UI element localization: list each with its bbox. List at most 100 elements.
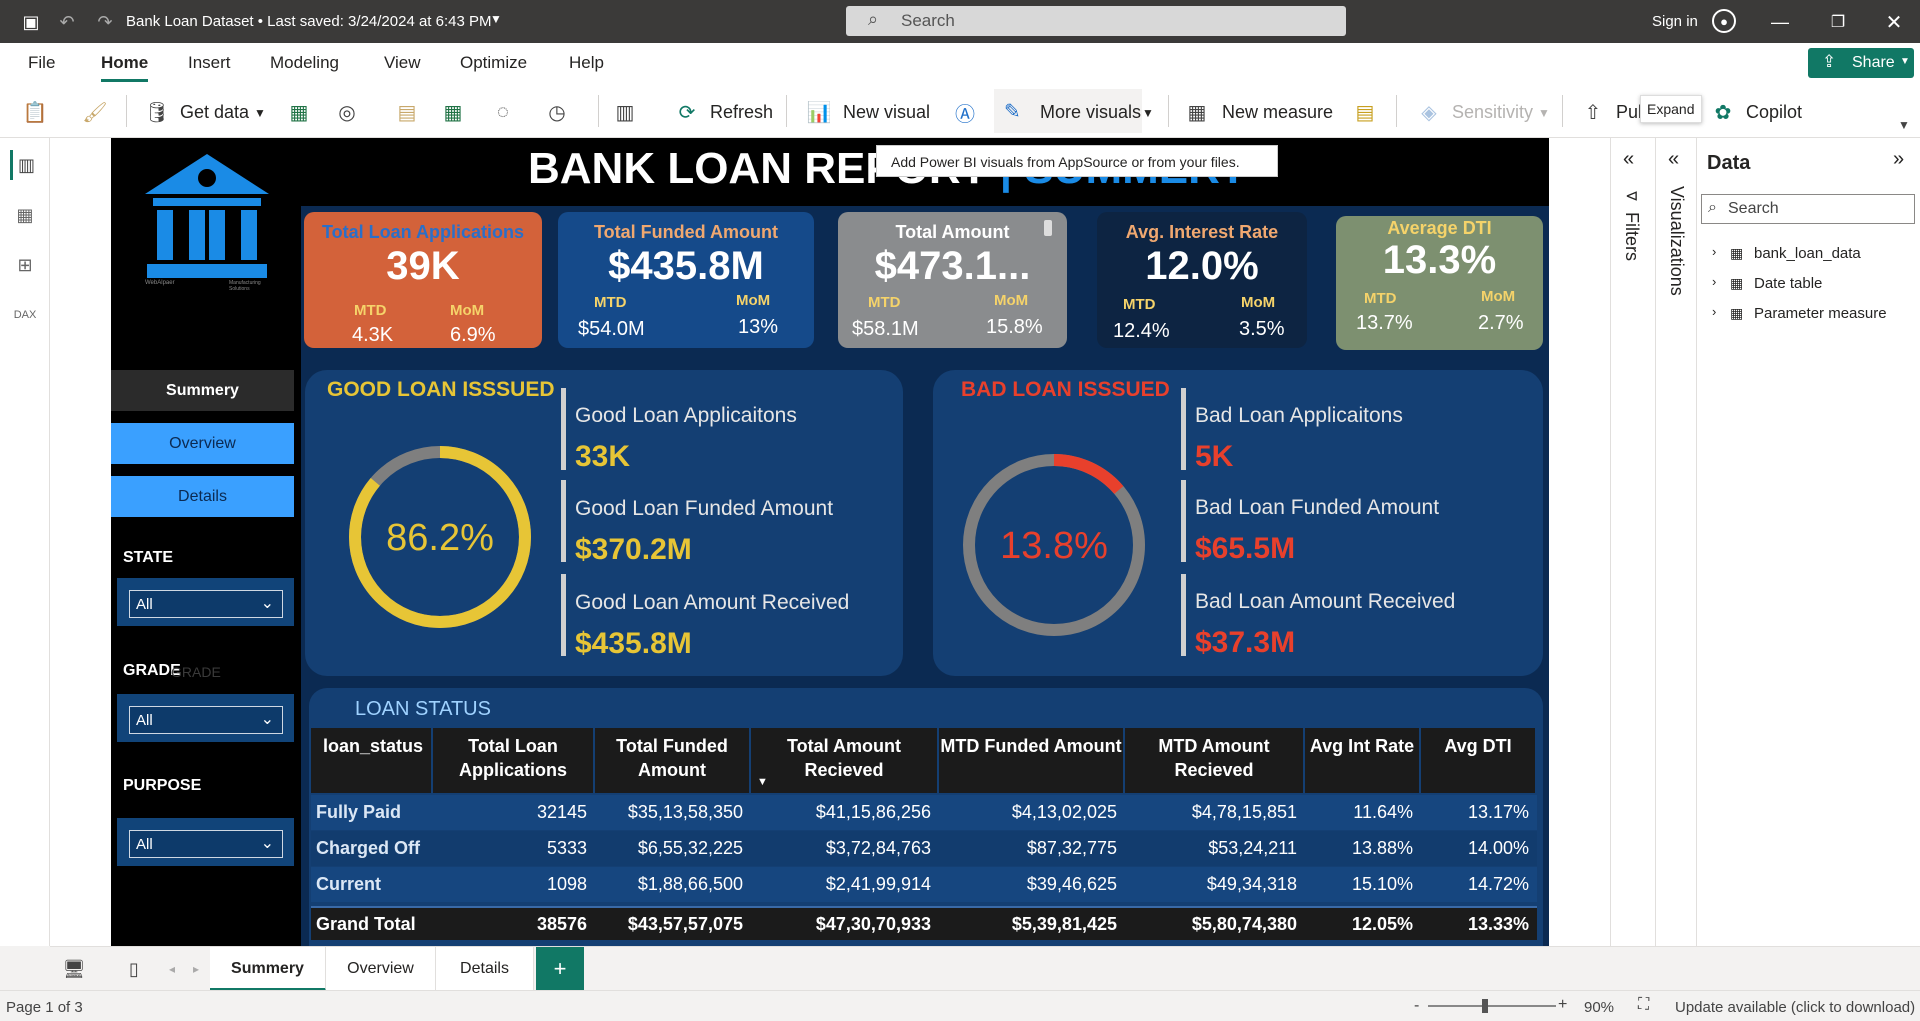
next-page-icon[interactable]: ▸ (186, 959, 206, 979)
redo-icon[interactable]: ↷ (94, 11, 116, 33)
kpi-average-dti[interactable]: Average DTI 13.3% MTD MoM 13.7% 2.7% (1336, 216, 1543, 350)
undo-icon[interactable]: ↶ (56, 11, 78, 33)
report-view-icon[interactable]: ▥ (10, 150, 40, 180)
sign-in-link[interactable]: Sign in (1652, 13, 1698, 30)
tree-item-date-table[interactable]: Date table (1754, 275, 1822, 292)
dataverse-icon[interactable]: ▤ (394, 99, 420, 125)
column-header[interactable]: Total Amount Recieved (751, 728, 937, 793)
quick-measure-icon[interactable]: ▤ (1352, 99, 1378, 125)
column-header[interactable]: loan_status (311, 728, 431, 793)
menu-optimize[interactable]: Optimize (460, 53, 527, 73)
dataflow-icon[interactable]: ◌ (490, 99, 516, 125)
publish-button[interactable]: Pul (1616, 102, 1642, 123)
add-page-button[interactable]: + (536, 947, 584, 991)
table-row[interactable]: Current 1098 $1,88,66,500 $2,41,99,914 $39,4… (311, 867, 1537, 902)
kpi-total-funded-amount[interactable]: Total Funded Amount $435.8M MTD MoM $54.… (558, 212, 814, 348)
copilot-button[interactable]: Copilot (1746, 102, 1802, 123)
tree-item-parameter-measure[interactable]: Parameter measure (1754, 305, 1887, 322)
sort-desc-icon[interactable]: ▼ (757, 776, 768, 788)
menu-home[interactable]: Home (101, 53, 149, 82)
refresh-button[interactable]: Refresh (710, 102, 773, 123)
visualizations-pane-collapsed[interactable]: « Visualizations (1656, 138, 1697, 946)
document-title[interactable]: Bank Loan Dataset • Last saved: 3/24/202… (126, 13, 492, 30)
filters-pane-label[interactable]: Filters (1621, 212, 1642, 261)
minimize-icon[interactable]: — (1768, 10, 1792, 34)
get-data-button[interactable]: Get data (180, 102, 249, 123)
zoom-in-icon[interactable]: + (1558, 996, 1567, 1014)
kpi-avg-interest-rate[interactable]: Avg. Interest Rate 12.0% MTD MoM 12.4% 3… (1097, 212, 1307, 348)
table-row[interactable]: Charged Off 5333 $6,55,32,225 $3,72,84,763 $… (311, 831, 1537, 866)
kpi-total-amount[interactable]: Total Amount $473.1... MTD MoM $58.1M 15… (838, 212, 1067, 348)
purpose-dropdown[interactable]: All ⌄ (129, 830, 283, 858)
fit-to-page-icon[interactable]: ⛶ (1638, 996, 1649, 1014)
excel-icon[interactable]: ▦ (286, 99, 312, 125)
zoom-slider[interactable] (1428, 1005, 1556, 1007)
text-box-icon[interactable]: Ⓐ (952, 99, 978, 126)
new-visual-button[interactable]: New visual (843, 102, 930, 123)
menu-modeling[interactable]: Modeling (270, 53, 339, 73)
dax-query-view-icon[interactable]: DAX (10, 300, 40, 330)
update-available-link[interactable]: Update available (click to download) (1675, 999, 1915, 1016)
new-measure-button[interactable]: New measure (1222, 102, 1333, 123)
column-header[interactable]: Total Loan Applications (433, 728, 593, 793)
scrollbar-handle[interactable] (1044, 220, 1052, 236)
onelake-icon[interactable]: ◎ (334, 99, 360, 125)
good-loan-donut[interactable]: 86.2% (347, 444, 533, 630)
column-header[interactable]: Total Funded Amount (595, 728, 749, 793)
format-painter-icon[interactable]: 🖌 (82, 99, 108, 125)
state-dropdown[interactable]: All ⌄ (129, 590, 283, 618)
expand-icon[interactable]: « (1623, 148, 1634, 171)
kpi-total-loan-applications[interactable]: Total Loan Applications 39K MTD MoM 4.3K… (304, 212, 542, 348)
loan-status-table[interactable]: loan_status Total Loan Applications Total … (311, 728, 1537, 946)
chevron-right-icon[interactable]: › (1712, 304, 1716, 319)
data-search-input[interactable]: ⌕ Search (1701, 194, 1915, 224)
tab-details[interactable]: Details (436, 947, 534, 991)
nav-summery-button[interactable]: Summery (111, 370, 294, 411)
expand-icon[interactable]: « (1668, 148, 1679, 171)
prev-page-icon[interactable]: ◂ (162, 959, 182, 979)
table-row[interactable]: Fully Paid 32145 $35,13,58,350 $41,15,86,25… (311, 795, 1537, 830)
zoom-out-icon[interactable]: - (1414, 997, 1419, 1015)
enter-data-icon[interactable]: ▦ (440, 99, 466, 125)
collapse-icon[interactable]: » (1893, 148, 1904, 171)
column-header[interactable]: Avg Int Rate (1305, 728, 1419, 793)
sensitivity-button[interactable]: Sensitivity (1452, 102, 1533, 123)
chevron-down-icon[interactable]: ▼ (254, 106, 266, 120)
nav-overview-button[interactable]: Overview (111, 423, 294, 464)
menu-file[interactable]: File (28, 53, 55, 73)
zoom-slider-handle[interactable] (1482, 999, 1488, 1013)
mobile-layout-icon[interactable]: ▯ (122, 957, 146, 981)
bad-loan-donut[interactable]: 13.8% (961, 452, 1147, 638)
grand-total-row[interactable]: Grand Total 38576 $43,57,57,075 $47,30,70,9… (311, 906, 1537, 940)
filters-pane-collapsed[interactable]: « ⊲ Filters (1611, 138, 1656, 946)
tree-item-bank-loan-data[interactable]: bank_loan_data (1754, 245, 1861, 262)
tab-overview[interactable]: Overview (326, 947, 436, 991)
save-icon[interactable]: ▣ (20, 11, 42, 33)
close-icon[interactable]: ✕ (1882, 10, 1906, 34)
desktop-layout-icon[interactable]: 🖥 (62, 957, 86, 981)
column-header[interactable]: MTD Amount Recieved (1125, 728, 1303, 793)
visualizations-pane-label[interactable]: Visualizations (1666, 186, 1687, 296)
menu-view[interactable]: View (384, 53, 421, 73)
share-button[interactable]: ⇪ Share ▼ (1808, 48, 1914, 78)
menu-help[interactable]: Help (569, 53, 604, 73)
menu-insert[interactable]: Insert (188, 53, 231, 73)
tab-summery[interactable]: Summery (210, 947, 326, 991)
search-input[interactable]: ⌕ Search (846, 6, 1346, 36)
table-view-icon[interactable]: ▦ (10, 200, 40, 230)
chevron-down-icon[interactable]: ▼ (490, 12, 502, 26)
restore-icon[interactable]: ❐ (1826, 10, 1850, 34)
transform-data-icon[interactable]: ▥ (612, 99, 638, 125)
chevron-right-icon[interactable]: › (1712, 274, 1716, 289)
recent-sources-icon[interactable]: ◷ (544, 99, 570, 125)
column-header[interactable]: MTD Funded Amount (939, 728, 1123, 793)
account-icon[interactable]: ● (1712, 9, 1736, 33)
grade-dropdown[interactable]: All ⌄ (129, 706, 283, 734)
nav-details-button[interactable]: Details (111, 476, 294, 517)
paste-icon[interactable]: 📋 (22, 99, 48, 125)
chevron-right-icon[interactable]: › (1712, 244, 1716, 259)
column-header[interactable]: Avg DTI (1421, 728, 1535, 793)
more-visuals-button[interactable]: ✎ More visuals ▼ (994, 89, 1154, 133)
model-view-icon[interactable]: ⊞ (10, 250, 40, 280)
chevron-down-icon[interactable]: ▼ (1896, 117, 1912, 133)
